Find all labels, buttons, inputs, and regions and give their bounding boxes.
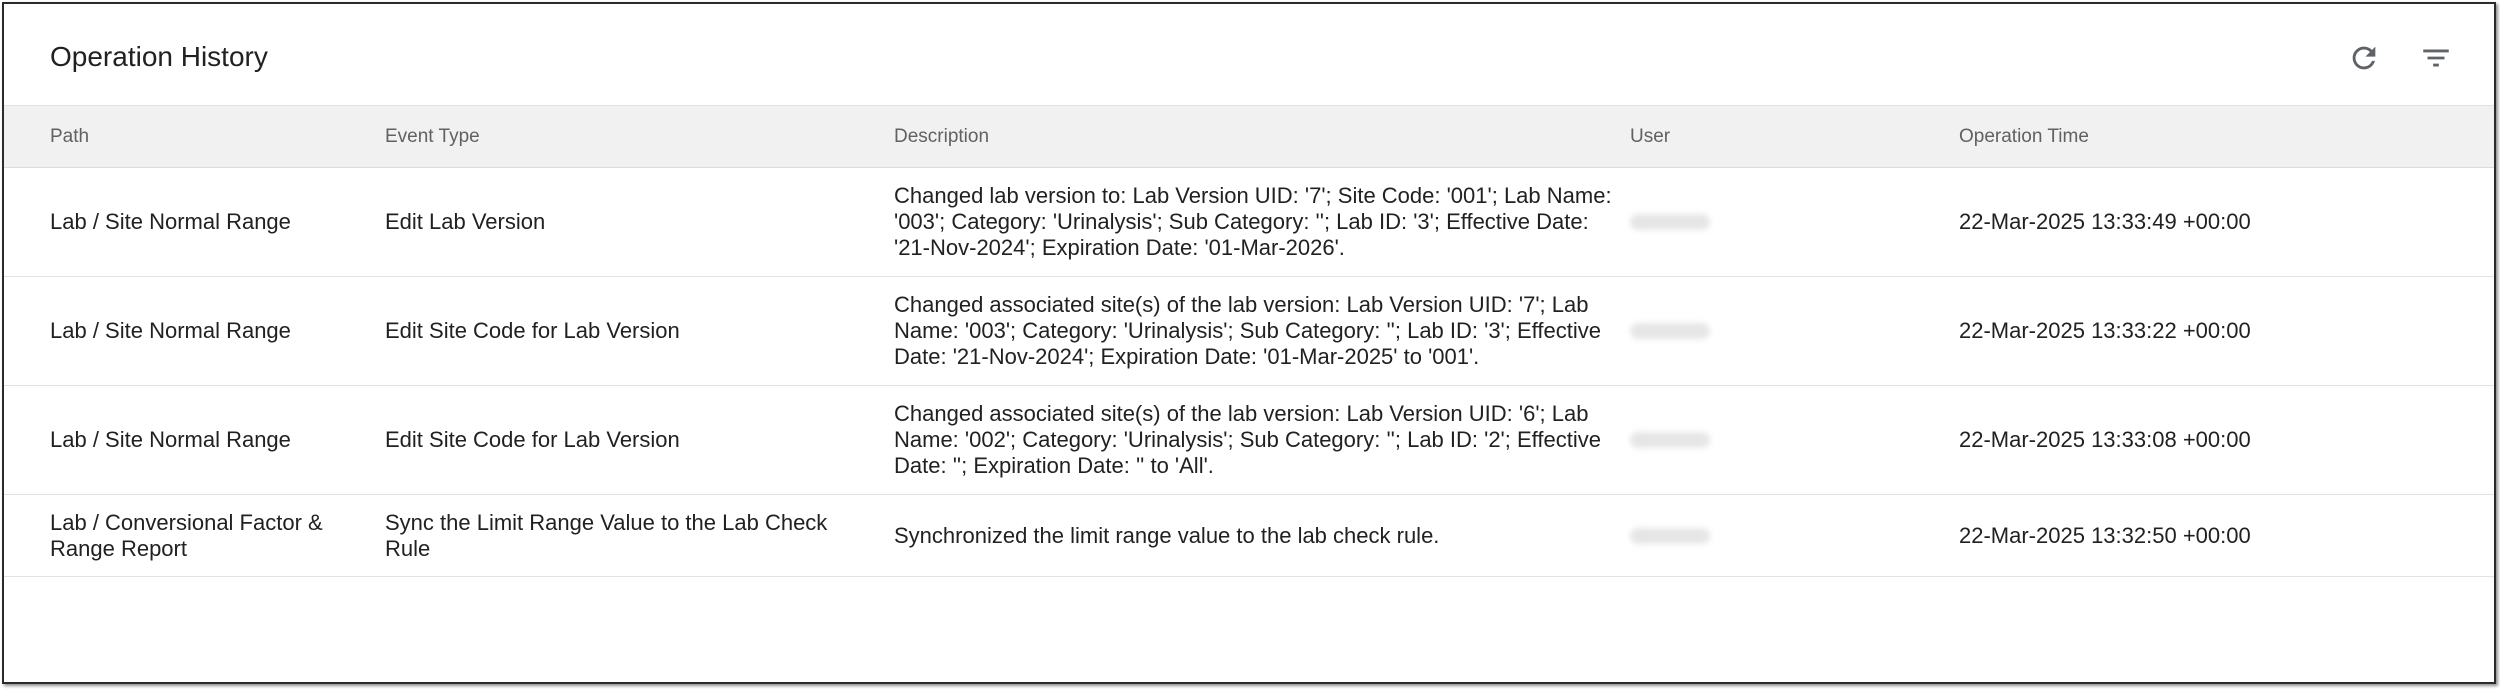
operation-time-cell: 22-Mar-2025 13:33:22 +00:00 xyxy=(1959,318,2251,343)
user-cell-redacted xyxy=(1630,214,1710,230)
user-cell-redacted xyxy=(1630,323,1710,339)
event-type-cell: Sync the Limit Range Value to the Lab Ch… xyxy=(385,509,828,561)
event-type-cell: Edit Site Code for Lab Version xyxy=(385,318,680,343)
path-cell: Lab / Site Normal Range xyxy=(50,427,291,452)
filter-icon xyxy=(2423,49,2449,67)
panel-header: Operation History xyxy=(4,4,2494,106)
description-cell: Changed lab version to: Lab Version UID:… xyxy=(894,183,1612,260)
column-header-path[interactable]: Path xyxy=(50,106,370,168)
refresh-icon xyxy=(2352,46,2376,70)
operation-time-cell: 22-Mar-2025 13:32:50 +00:00 xyxy=(1959,522,2251,548)
operation-time-cell: 22-Mar-2025 13:33:49 +00:00 xyxy=(1959,209,2251,234)
column-header-operation-time[interactable]: Operation Time xyxy=(1959,106,2459,168)
table-row[interactable]: Lab / Site Normal Range Edit Lab Version… xyxy=(4,168,2494,277)
column-header-user[interactable]: User xyxy=(1630,106,1930,168)
description-cell: Changed associated site(s) of the lab ve… xyxy=(894,292,1601,369)
operation-history-panel: Operation History Path Event Type Descri… xyxy=(2,2,2496,684)
page-title: Operation History xyxy=(50,41,268,72)
event-type-cell: Edit Site Code for Lab Version xyxy=(385,427,680,452)
column-header-event-type[interactable]: Event Type xyxy=(385,106,855,168)
column-header-description[interactable]: Description xyxy=(894,106,1614,168)
refresh-button[interactable] xyxy=(2344,38,2384,78)
operation-time-cell: 22-Mar-2025 13:33:08 +00:00 xyxy=(1959,427,2251,452)
table-row[interactable]: Lab / Conversional Factor & Range Report… xyxy=(4,495,2494,577)
description-cell: Synchronized the limit range value to th… xyxy=(894,522,1440,548)
table-header: Path Event Type Description User Operati… xyxy=(4,106,2494,168)
user-cell-redacted xyxy=(1630,527,1710,544)
table-row[interactable]: Lab / Site Normal Range Edit Site Code f… xyxy=(4,386,2494,495)
user-cell-redacted xyxy=(1630,432,1710,448)
filter-button[interactable] xyxy=(2416,38,2456,78)
description-cell: Changed associated site(s) of the lab ve… xyxy=(894,401,1601,478)
table-row[interactable]: Lab / Site Normal Range Edit Site Code f… xyxy=(4,277,2494,386)
path-cell: Lab / Conversional Factor & Range Report xyxy=(50,509,323,561)
path-cell: Lab / Site Normal Range xyxy=(50,209,291,234)
event-type-cell: Edit Lab Version xyxy=(385,209,546,234)
path-cell: Lab / Site Normal Range xyxy=(50,318,291,343)
